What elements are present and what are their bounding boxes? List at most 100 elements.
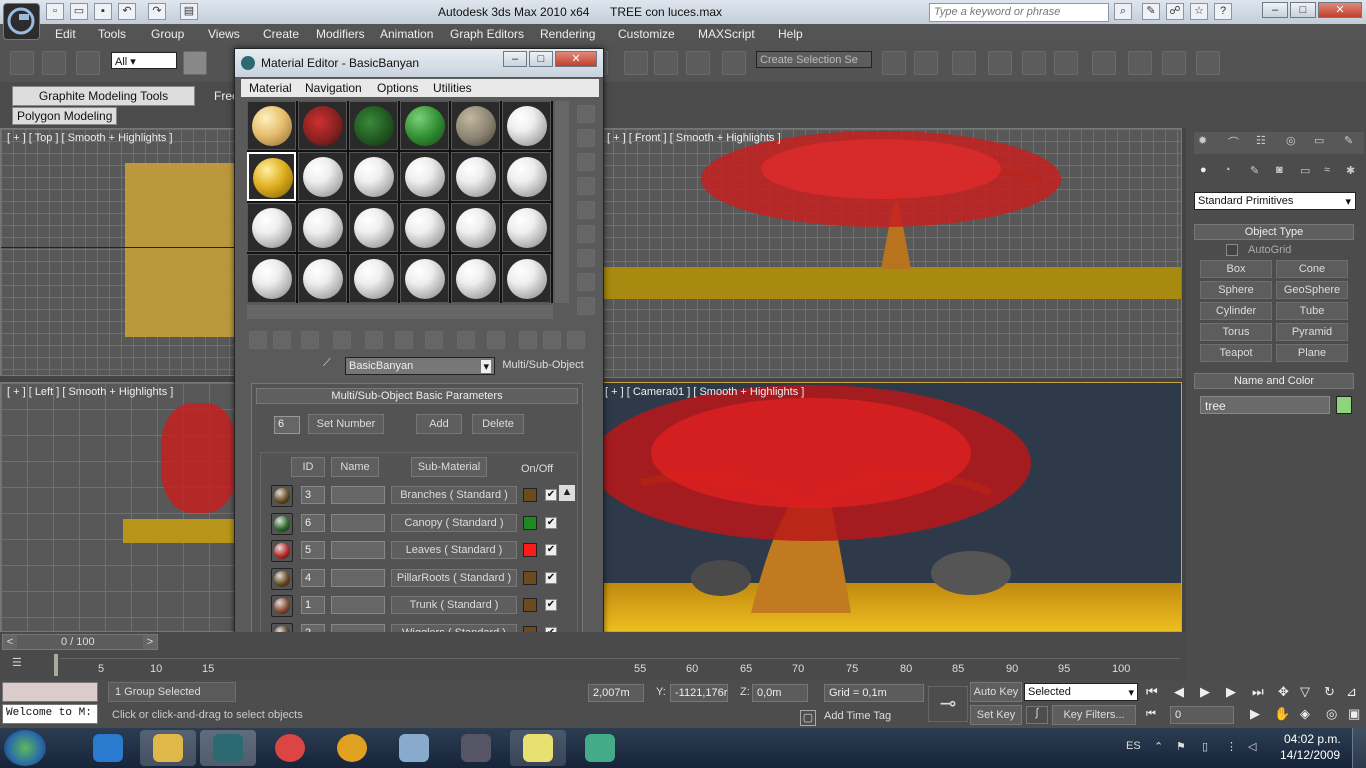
time-configuration-icon[interactable]: ▶ — [1250, 706, 1260, 722]
material-slot[interactable] — [502, 203, 551, 252]
maximize-button[interactable]: □ — [1290, 2, 1316, 18]
on-off-checkbox[interactable]: ✔ — [545, 489, 557, 501]
diffuse-color-swatch[interactable] — [523, 598, 537, 612]
show-hidden-icons-icon[interactable]: ⌃ — [1154, 740, 1163, 753]
rendered-frame-window-icon[interactable] — [1162, 51, 1186, 75]
shapes-icon[interactable]: ◔ — [1224, 164, 1231, 176]
unlink-icon[interactable] — [42, 51, 66, 75]
menu-customize[interactable]: Customize — [618, 27, 675, 41]
language-indicator[interactable]: ES — [1126, 740, 1141, 752]
id-column-header[interactable]: ID — [291, 457, 325, 477]
video-color-check-icon[interactable] — [577, 201, 595, 219]
media-player-icon[interactable] — [324, 730, 380, 766]
viewport-left[interactable]: [ + ] [ Left ] [ Smooth + Highlights ] — [0, 382, 236, 632]
on-off-checkbox[interactable]: ✔ — [545, 544, 557, 556]
set-key-button[interactable]: Set Key — [970, 705, 1022, 725]
go-forward-to-sibling-icon[interactable] — [543, 331, 561, 349]
mated-minimize-button[interactable]: – — [503, 51, 527, 67]
geosphere-button[interactable]: GeoSphere — [1276, 281, 1348, 299]
material-slot[interactable] — [349, 101, 398, 150]
slots-horizontal-scrollbar[interactable] — [247, 305, 553, 319]
reset-map-icon[interactable] — [333, 331, 351, 349]
project-folder-icon[interactable]: ▤ — [180, 3, 198, 20]
material-editor-icon[interactable] — [1092, 51, 1116, 75]
next-frame-icon[interactable]: ▶ — [1226, 684, 1236, 700]
favorites-icon[interactable]: ☆ — [1190, 3, 1208, 20]
viewport-camera[interactable]: [ + ] [ Camera01 ] [ Smooth + Highlights… — [600, 382, 1182, 632]
make-unique-icon[interactable] — [365, 331, 383, 349]
menu-edit[interactable]: Edit — [55, 27, 76, 41]
material-slot[interactable] — [400, 101, 449, 150]
go-to-parent-icon[interactable] — [519, 331, 537, 349]
network-icon[interactable]: ⋮ — [1226, 740, 1237, 753]
field-of-view-icon[interactable]: ⊿ — [1346, 684, 1357, 700]
material-slot[interactable] — [400, 203, 449, 252]
mated-maximize-button[interactable]: □ — [529, 51, 553, 67]
material-id-channel-icon[interactable] — [425, 331, 443, 349]
diffuse-color-swatch[interactable] — [523, 570, 537, 585]
name-column-header[interactable]: Name — [331, 457, 379, 477]
named-selection-dropdown[interactable]: Create Selection Se — [756, 51, 872, 68]
messenger-icon[interactable] — [572, 730, 628, 766]
menu-views[interactable]: Views — [208, 27, 240, 41]
material-slot[interactable] — [349, 203, 398, 252]
eyedropper-icon[interactable]: ⟋ — [323, 357, 337, 373]
material-name-field[interactable] — [331, 568, 385, 587]
key-filters-button[interactable]: Key Filters... — [1052, 705, 1136, 725]
maxscript-mini-listener-top[interactable] — [2, 682, 98, 702]
help-icon[interactable]: ? — [1214, 3, 1232, 20]
material-id-field[interactable]: 4 — [301, 568, 325, 587]
sub-material-button[interactable]: Branches ( Standard ) — [391, 486, 517, 504]
search-input[interactable]: Type a keyword or phrase — [929, 3, 1109, 22]
material-id-field[interactable]: 5 — [301, 541, 325, 559]
cylinder-button[interactable]: Cylinder — [1200, 302, 1272, 320]
material-id-field[interactable]: 1 — [301, 596, 325, 614]
3dsmax-taskbar-icon[interactable] — [200, 730, 256, 766]
modify-tab-icon[interactable]: ⌒ — [1228, 134, 1239, 150]
redo-icon[interactable]: ↷ — [148, 3, 166, 20]
menu-help[interactable]: Help — [778, 27, 803, 41]
show-map-icon[interactable] — [457, 331, 475, 349]
material-name-field[interactable]: BasicBanyan ▾ — [345, 357, 495, 375]
tools-icon[interactable]: ✎ — [1142, 3, 1160, 20]
options-icon[interactable] — [577, 249, 595, 267]
pyramid-button[interactable]: Pyramid — [1276, 323, 1348, 341]
create-tab-icon[interactable]: ✹ — [1198, 134, 1207, 147]
clock-time[interactable]: 04:02 p.m. — [1284, 732, 1341, 746]
params-rollout-header[interactable]: Multi/Sub-Object Basic Parameters — [256, 388, 578, 404]
material-name-field[interactable] — [331, 596, 385, 614]
mated-menu-material[interactable]: Material — [249, 81, 292, 95]
angle-snap-icon[interactable] — [624, 51, 648, 75]
menu-maxscript[interactable]: MAXScript — [698, 27, 755, 41]
motion-tab-icon[interactable]: ◎ — [1286, 134, 1296, 147]
sub-material-button[interactable]: PillarRoots ( Standard ) — [391, 568, 517, 587]
maximize-viewport-icon[interactable]: ▣ — [1348, 706, 1360, 722]
time-prev-icon[interactable]: < — [3, 635, 17, 649]
material-id-field[interactable]: 6 — [301, 513, 325, 532]
material-slot[interactable] — [349, 254, 398, 303]
material-name-field[interactable] — [331, 486, 385, 504]
object-color-swatch[interactable] — [1336, 396, 1352, 414]
spinner-snap-icon[interactable] — [686, 51, 710, 75]
uv-tiling-icon[interactable] — [577, 177, 595, 195]
orbit-camera-icon[interactable]: ↻ — [1324, 684, 1335, 700]
menu-animation[interactable]: Animation — [380, 27, 433, 41]
material-slot[interactable] — [400, 254, 449, 303]
binoculars-icon[interactable]: ⌕ — [1114, 3, 1132, 20]
helpers-icon[interactable]: ▭ — [1300, 164, 1310, 177]
cone-button[interactable]: Cone — [1276, 260, 1348, 278]
material-slot[interactable] — [451, 101, 500, 150]
select-by-material-icon[interactable] — [577, 273, 595, 291]
lightroom-icon[interactable] — [448, 730, 504, 766]
add-button[interactable]: Add — [416, 414, 462, 434]
list-scroll-up-icon[interactable]: ▲ — [559, 485, 575, 501]
y-coordinate-field[interactable]: -1121,176r — [670, 684, 728, 702]
backlight-icon[interactable] — [577, 129, 595, 147]
mated-menu-navigation[interactable]: Navigation — [305, 81, 362, 95]
fov-icon[interactable]: ▽ — [1300, 684, 1310, 700]
select-and-link-icon[interactable] — [10, 51, 34, 75]
torus-button[interactable]: Torus — [1200, 323, 1272, 341]
curve-editor-icon[interactable] — [1022, 51, 1046, 75]
menu-create[interactable]: Create — [263, 27, 299, 41]
material-slot[interactable] — [451, 203, 500, 252]
